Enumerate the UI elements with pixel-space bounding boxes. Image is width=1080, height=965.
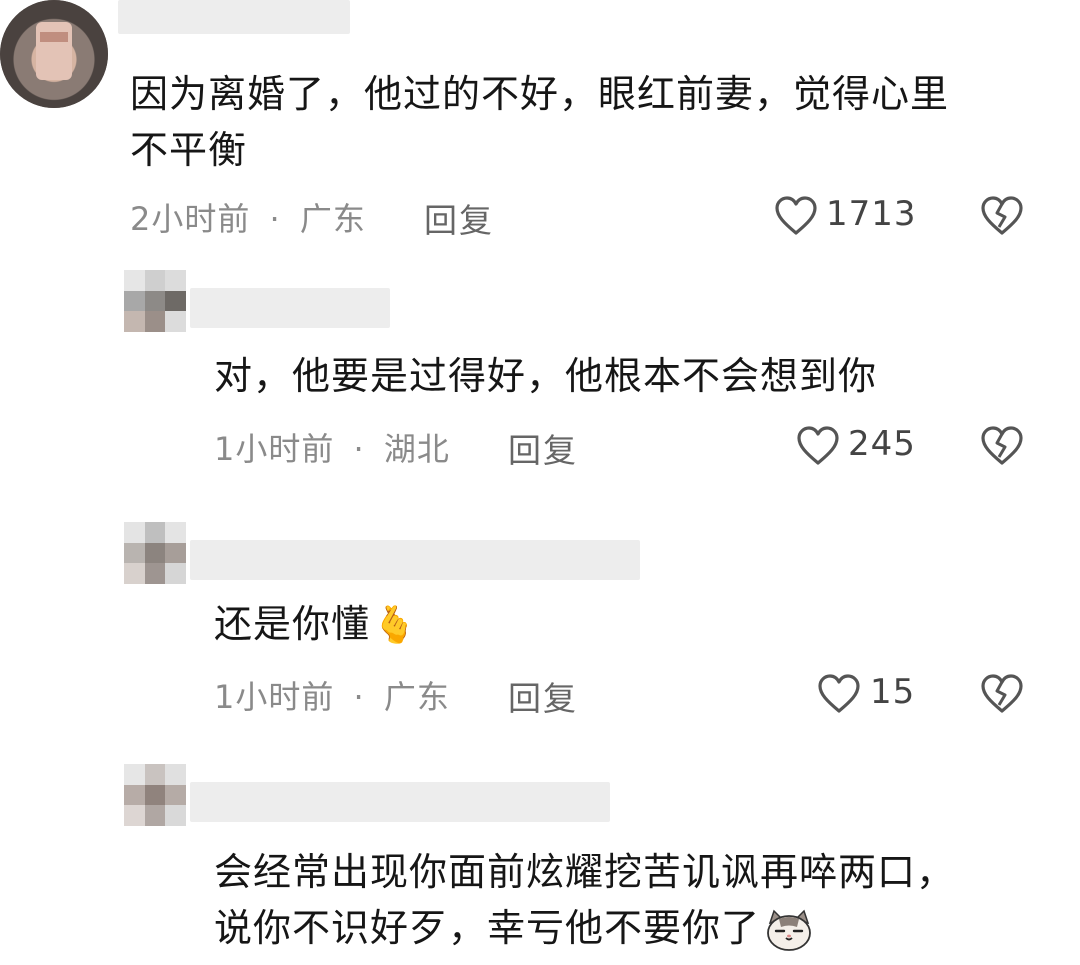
reply-button[interactable]: 回复 <box>424 194 494 242</box>
username-user-4[interactable] <box>190 782 610 822</box>
like-count: 15 <box>870 672 916 712</box>
comment-location: 湖北 <box>383 430 450 468</box>
comment-text-3: 还是你懂🫰 <box>214 596 418 654</box>
username-user-2[interactable] <box>190 288 390 328</box>
heart-outline-icon[interactable] <box>774 195 818 237</box>
comment-meta-3: 1小时前 · 广东 <box>214 672 450 718</box>
finger-heart-emoji: 🫰 <box>372 605 418 646</box>
comment-4-line-2-wrap: 说你不识好歹，幸亏他不要你了 <box>214 900 1074 956</box>
comment-2-line-1: 对，他要是过得好，他根本不会想到你 <box>214 354 878 398</box>
comment-location: 广东 <box>383 678 450 716</box>
like-count: 1713 <box>826 194 917 234</box>
comment-text-1: 因为离婚了，他过的不好，眼红前妻，觉得心里 不平衡 <box>130 66 1060 178</box>
comment-meta-1: 2小时前 · 广东 <box>130 194 366 240</box>
meta-separator: · <box>353 678 365 716</box>
comment-1-line-1: 因为离婚了，他过的不好，眼红前妻，觉得心里 <box>130 72 950 116</box>
cat-face-sticker-icon <box>764 909 814 953</box>
meta-separator: · <box>353 430 365 468</box>
comment-time: 1小时前 <box>214 678 335 716</box>
username-user-3[interactable] <box>190 540 640 580</box>
heart-outline-icon[interactable] <box>817 673 861 715</box>
comment-text-4: 会经常出现你面前炫耀挖苦讥讽再啐两口， 说你不识好歹，幸亏他不要你了 <box>214 844 1074 956</box>
broken-heart-icon[interactable] <box>979 673 1025 715</box>
comment-1-line-2: 不平衡 <box>130 128 248 172</box>
reply-button[interactable]: 回复 <box>508 672 578 720</box>
avatar-user-4[interactable] <box>124 764 186 826</box>
comment-meta-2: 1小时前 · 湖北 <box>214 424 450 470</box>
reply-button[interactable]: 回复 <box>508 424 578 472</box>
broken-heart-icon[interactable] <box>979 195 1025 237</box>
avatar-user-3[interactable] <box>124 522 186 584</box>
broken-heart-icon[interactable] <box>979 425 1025 467</box>
avatar-user-1[interactable] <box>0 0 108 108</box>
username-user-1[interactable] <box>118 0 350 34</box>
avatar-user-2[interactable] <box>124 270 186 332</box>
comment-location: 广东 <box>299 200 366 238</box>
comment-time: 1小时前 <box>214 430 335 468</box>
comment-4-line-2: 说你不识好歹，幸亏他不要你了 <box>214 906 761 950</box>
comment-4-line-1: 会经常出现你面前炫耀挖苦讥讽再啐两口， <box>214 850 956 894</box>
like-count: 245 <box>848 424 916 464</box>
heart-outline-icon[interactable] <box>796 425 840 467</box>
meta-separator: · <box>269 200 281 238</box>
comment-3-line-1: 还是你懂 <box>214 602 371 646</box>
comment-text-2: 对，他要是过得好，他根本不会想到你 <box>214 348 877 404</box>
comment-time: 2小时前 <box>130 200 251 238</box>
